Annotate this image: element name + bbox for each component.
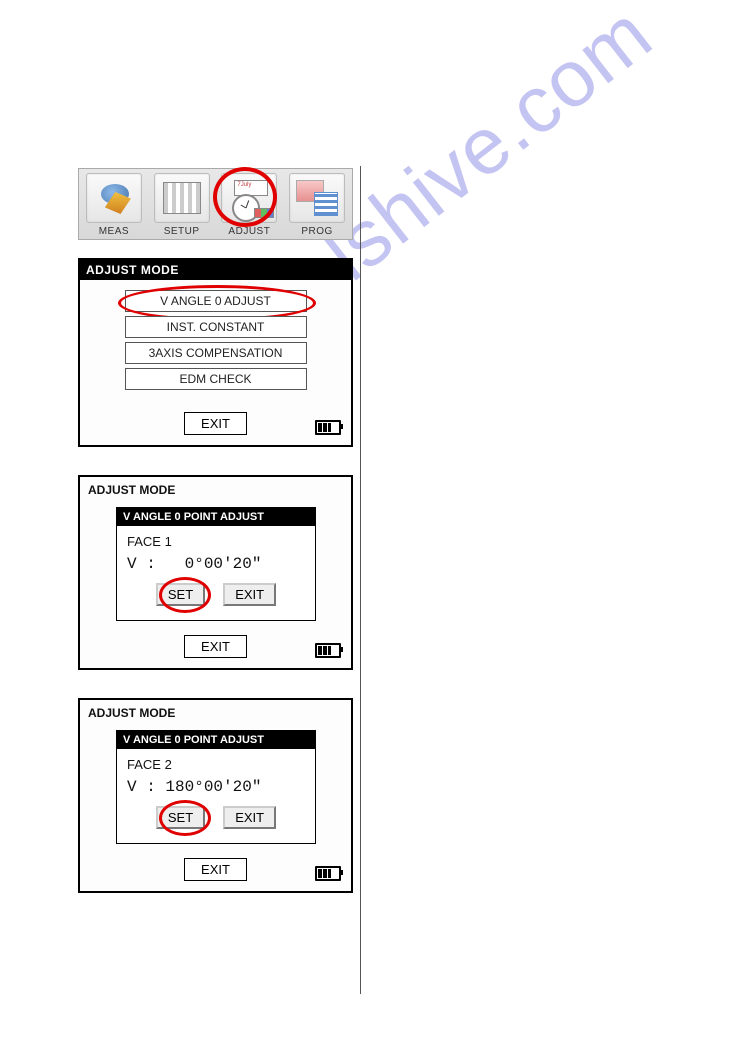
panel-footer: EXIT [80, 844, 351, 891]
v-value-line: V : 180°00'20" [127, 778, 305, 796]
menu-item-label: V ANGLE 0 ADJUST [160, 294, 271, 308]
meas-icon [86, 173, 142, 223]
dialog-body: FACE 2 V : 180°00'20" SET EXIT [117, 749, 315, 843]
dialog-button-row: SET EXIT [127, 583, 305, 614]
dialog-v-angle-point-adjust: V ANGLE 0 POINT ADJUST FACE 2 V : 180°00… [116, 730, 316, 844]
prog-icon [289, 173, 345, 223]
menu-item-label: 3AXIS COMPENSATION [149, 346, 283, 360]
tool-label: SETUP [164, 226, 200, 237]
adjust-icon [221, 173, 277, 223]
menu-item-v-angle-0-adjust[interactable]: V ANGLE 0 ADJUST [125, 290, 307, 312]
menu-item-edm-check[interactable]: EDM CHECK [125, 368, 307, 390]
v-value: 180°00'20" [165, 778, 261, 796]
main-toolbar: MEAS SETUP ADJUST PROG [78, 168, 353, 240]
face-label: FACE 1 [127, 534, 305, 549]
dialog-exit-button[interactable]: EXIT [223, 806, 276, 829]
battery-icon [315, 420, 341, 435]
tool-item-meas[interactable]: MEAS [81, 173, 147, 237]
panel-adjust-mode-menu: ADJUST MODE V ANGLE 0 ADJUST INST. CONST… [78, 258, 353, 447]
left-column: MEAS SETUP ADJUST PROG ADJUST MODE [78, 168, 357, 893]
exit-button[interactable]: EXIT [184, 412, 247, 435]
page: manualshive.com MEAS SETUP ADJUST P [0, 0, 749, 1064]
v-prefix: V : [127, 778, 156, 796]
exit-button[interactable]: EXIT [184, 635, 247, 658]
panel-title: ADJUST MODE [80, 477, 351, 499]
dialog-button-row: SET EXIT [127, 806, 305, 837]
tool-item-adjust[interactable]: ADJUST [217, 173, 283, 237]
tool-item-setup[interactable]: SETUP [149, 173, 215, 237]
battery-icon [315, 866, 341, 881]
menu-item-label: EDM CHECK [179, 372, 251, 386]
panel-footer: EXIT [80, 621, 351, 668]
tool-item-prog[interactable]: PROG [284, 173, 350, 237]
menu-item-inst-constant[interactable]: INST. CONSTANT [125, 316, 307, 338]
setup-icon [154, 173, 210, 223]
v-prefix: V : [127, 555, 156, 573]
tool-label: MEAS [99, 226, 129, 237]
panel-adjust-mode-face1: ADJUST MODE V ANGLE 0 POINT ADJUST FACE … [78, 475, 353, 670]
dialog-title: V ANGLE 0 POINT ADJUST [117, 508, 315, 526]
tool-label: ADJUST [228, 226, 270, 237]
face-label: FACE 2 [127, 757, 305, 772]
v-value-line: V : 0°00'20" [127, 555, 305, 573]
tool-label: PROG [301, 226, 332, 237]
panel-title: ADJUST MODE [80, 260, 351, 280]
dialog-v-angle-point-adjust: V ANGLE 0 POINT ADJUST FACE 1 V : 0°00'2… [116, 507, 316, 621]
set-button[interactable]: SET [156, 806, 205, 829]
panel-adjust-mode-face2: ADJUST MODE V ANGLE 0 POINT ADJUST FACE … [78, 698, 353, 893]
menu-item-label: INST. CONSTANT [167, 320, 265, 334]
exit-button[interactable]: EXIT [184, 858, 247, 881]
menu-list: V ANGLE 0 ADJUST INST. CONSTANT 3AXIS CO… [80, 280, 351, 398]
dialog-title: V ANGLE 0 POINT ADJUST [117, 731, 315, 749]
dialog-exit-button[interactable]: EXIT [223, 583, 276, 606]
v-value: 0°00'20" [165, 555, 261, 573]
set-button[interactable]: SET [156, 583, 205, 606]
vertical-divider [360, 166, 361, 994]
menu-item-3axis-compensation[interactable]: 3AXIS COMPENSATION [125, 342, 307, 364]
dialog-body: FACE 1 V : 0°00'20" SET EXIT [117, 526, 315, 620]
panel-title: ADJUST MODE [80, 700, 351, 722]
battery-icon [315, 643, 341, 658]
panel-footer: EXIT [80, 398, 351, 445]
